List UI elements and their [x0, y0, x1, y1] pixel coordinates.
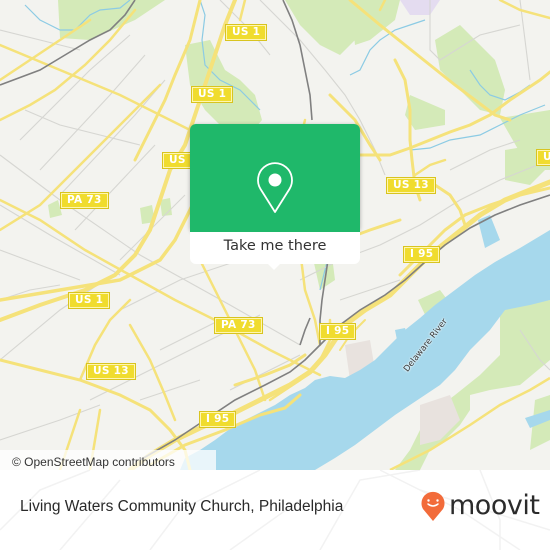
- route-shield-us13: US 13: [386, 177, 436, 194]
- moovit-logo[interactable]: moovit: [420, 490, 540, 522]
- route-shield-pa73: PA 73: [214, 317, 263, 334]
- route-shield-us13: US 13: [86, 363, 136, 380]
- route-shield-us13: US 13: [536, 149, 550, 166]
- route-shield-us1: US 1: [190, 86, 234, 103]
- moovit-smile-pin-icon: [421, 491, 445, 521]
- place-name: Living Waters Community Church, Philadel…: [20, 498, 344, 515]
- take-me-there-button[interactable]: Take me there: [190, 232, 360, 264]
- map-view[interactable]: US 1 US 1 US 1 US 1 PA 73 PA 73 US 13 US…: [0, 0, 550, 470]
- moovit-wordmark: moovit: [449, 490, 540, 521]
- route-shield-us1: US 1: [67, 292, 111, 309]
- route-shield-us1: US 1: [224, 24, 268, 41]
- route-shield-i95: I 95: [198, 411, 237, 428]
- map-pin-icon: [257, 162, 293, 213]
- popup-tail: [266, 262, 282, 270]
- location-popup: Take me there: [190, 124, 360, 270]
- popup-header: [190, 124, 360, 234]
- water-basin: [478, 215, 500, 248]
- route-shield-pa73: PA 73: [60, 192, 109, 209]
- route-shield-i95: I 95: [318, 323, 357, 340]
- map-attribution[interactable]: © OpenStreetMap contributors: [0, 450, 216, 470]
- footer-bar: Living Waters Community Church, Philadel…: [0, 470, 550, 550]
- route-shield-i95: I 95: [402, 246, 441, 263]
